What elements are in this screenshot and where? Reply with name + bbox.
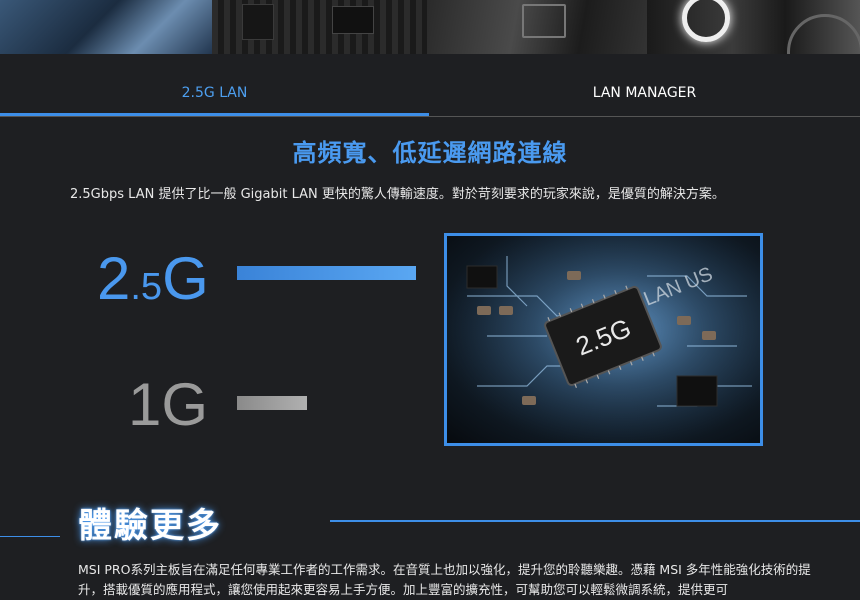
speed-bar-1g	[237, 396, 307, 410]
speed-label-2-5g: 2.5G	[97, 245, 209, 312]
experience-right-line	[330, 520, 860, 522]
section-description: 2.5Gbps LAN 提供了比一般 Gigabit LAN 更快的驚人傳輸速度…	[70, 187, 725, 202]
tab-2-5g-lan[interactable]: 2.5G LAN	[0, 78, 429, 116]
photo-board-blue	[0, 0, 212, 54]
product-photo-strip	[0, 0, 860, 54]
lan-chip-image: 2.5G LAN US	[444, 233, 763, 446]
photo-board-slot	[427, 0, 647, 54]
tab-lan-manager[interactable]: LAN MANAGER	[429, 78, 860, 116]
speed-bar-2-5g	[237, 266, 416, 280]
section-headline: 高頻寬、低延遲網路連線	[292, 139, 568, 167]
speed-label-1g: 1G	[128, 371, 209, 438]
experience-title: 體驗更多	[78, 506, 222, 546]
experience-left-line	[0, 536, 60, 537]
feature-tabs: 2.5G LAN LAN MANAGER	[0, 78, 860, 118]
experience-text: MSI PRO系列主板旨在滿足任何專業工作者的工作需求。在音質上也加以強化，提升…	[78, 562, 811, 597]
photo-board-chips	[212, 0, 427, 54]
photo-cooler-fan	[647, 0, 860, 54]
tabs-divider	[0, 116, 860, 117]
